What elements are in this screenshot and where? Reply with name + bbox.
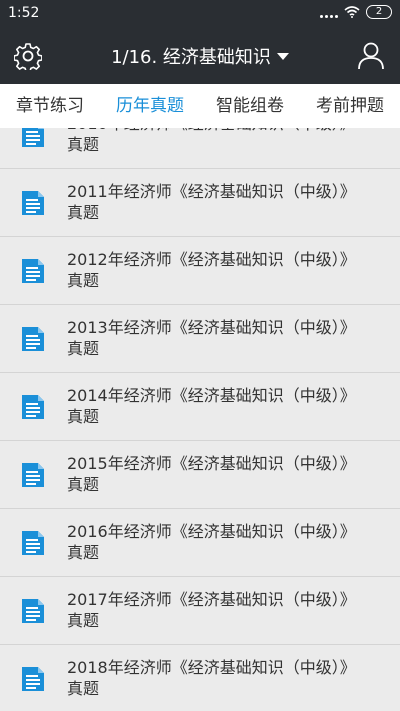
exam-title: 2011年经济师《经济基础知识（中级）》: [67, 182, 356, 201]
list-item-text: 2017年经济师《经济基础知识（中级）》 真题: [67, 589, 387, 631]
document-icon: [22, 259, 44, 283]
exam-suffix: 真题: [67, 475, 100, 494]
list-item[interactable]: 2018年经济师《经济基础知识（中级）》 真题: [0, 645, 400, 711]
document-icon: [22, 327, 44, 351]
document-icon: [22, 667, 44, 691]
user-icon[interactable]: [356, 40, 386, 70]
exam-suffix: 真题: [67, 407, 100, 426]
exam-title: 2018年经济师《经济基础知识（中级）》: [67, 658, 356, 677]
app-toolbar: 1/16. 经济基础知识: [0, 28, 400, 84]
list-item-text: 2013年经济师《经济基础知识（中级）》 真题: [67, 317, 387, 359]
list-item-text: 2012年经济师《经济基础知识（中级）》 真题: [67, 249, 387, 291]
list-item[interactable]: 2017年经济师《经济基础知识（中级）》 真题: [0, 577, 400, 645]
exam-suffix: 真题: [67, 543, 100, 562]
document-icon: [22, 128, 44, 147]
status-indicators: 2: [320, 5, 392, 19]
exam-list-inner: 2010年经济师《经济基础知识（中级）》 真题 2011年经济师《经济基础知识（…: [0, 128, 400, 711]
document-icon: [22, 395, 44, 419]
caret-down-icon: [276, 52, 289, 60]
exam-suffix: 真题: [67, 339, 100, 358]
exam-title: 2014年经济师《经济基础知识（中级）》: [67, 386, 356, 405]
tab-smart-paper[interactable]: 智能组卷: [200, 84, 300, 128]
list-item-text: 2010年经济师《经济基础知识（中级）》 真题: [67, 128, 387, 155]
document-icon: [22, 531, 44, 555]
exam-title: 2015年经济师《经济基础知识（中级）》: [67, 454, 356, 473]
exam-title: 2016年经济师《经济基础知识（中级）》: [67, 522, 356, 541]
list-item[interactable]: 2016年经济师《经济基础知识（中级）》 真题: [0, 509, 400, 577]
exam-suffix: 真题: [67, 135, 100, 154]
exam-suffix: 真题: [67, 203, 100, 222]
exam-title: 2013年经济师《经济基础知识（中级）》: [67, 318, 356, 337]
exam-title: 2017年经济师《经济基础知识（中级）》: [67, 590, 356, 609]
tab-past-exams[interactable]: 历年真题: [100, 84, 200, 128]
list-item[interactable]: 2010年经济师《经济基础知识（中级）》 真题: [0, 128, 400, 169]
tab-bar: 章节练习 历年真题 智能组卷 考前押题: [0, 84, 400, 128]
subject-selector[interactable]: 1/16. 经济基础知识: [0, 43, 400, 69]
status-time: 1:52: [8, 5, 40, 21]
page-title: 1/16. 经济基础知识: [111, 47, 271, 68]
exam-list: 2010年经济师《经济基础知识（中级）》 真题 2011年经济师《经济基础知识（…: [0, 128, 400, 711]
exam-title: 2012年经济师《经济基础知识（中级）》: [67, 250, 356, 269]
list-item-text: 2014年经济师《经济基础知识（中级）》 真题: [67, 385, 387, 427]
list-item[interactable]: 2011年经济师《经济基础知识（中级）》 真题: [0, 169, 400, 237]
document-icon: [22, 599, 44, 623]
exam-title: 2010年经济师《经济基础知识（中级）》: [67, 128, 387, 134]
tab-pre-exam-predictions[interactable]: 考前押题: [300, 84, 400, 128]
list-item[interactable]: 2012年经济师《经济基础知识（中级）》 真题: [0, 237, 400, 305]
battery-icon: 2: [366, 5, 392, 19]
list-item-text: 2015年经济师《经济基础知识（中级）》 真题: [67, 453, 387, 495]
document-icon: [22, 463, 44, 487]
list-item-text: 2018年经济师《经济基础知识（中级）》 真题: [67, 657, 387, 699]
list-item[interactable]: 2015年经济师《经济基础知识（中级）》 真题: [0, 441, 400, 509]
status-bar: 1:52 2: [0, 0, 400, 28]
signal-icon: [320, 6, 338, 18]
tab-chapter-practice[interactable]: 章节练习: [0, 84, 100, 128]
exam-suffix: 真题: [67, 679, 100, 698]
exam-suffix: 真题: [67, 611, 100, 630]
list-item-text: 2011年经济师《经济基础知识（中级）》 真题: [67, 181, 387, 223]
document-icon: [22, 191, 44, 215]
exam-suffix: 真题: [67, 271, 100, 290]
wifi-icon: [344, 6, 360, 18]
list-item[interactable]: 2013年经济师《经济基础知识（中级）》 真题: [0, 305, 400, 373]
list-item-text: 2016年经济师《经济基础知识（中级）》 真题: [67, 521, 387, 563]
list-item[interactable]: 2014年经济师《经济基础知识（中级）》 真题: [0, 373, 400, 441]
